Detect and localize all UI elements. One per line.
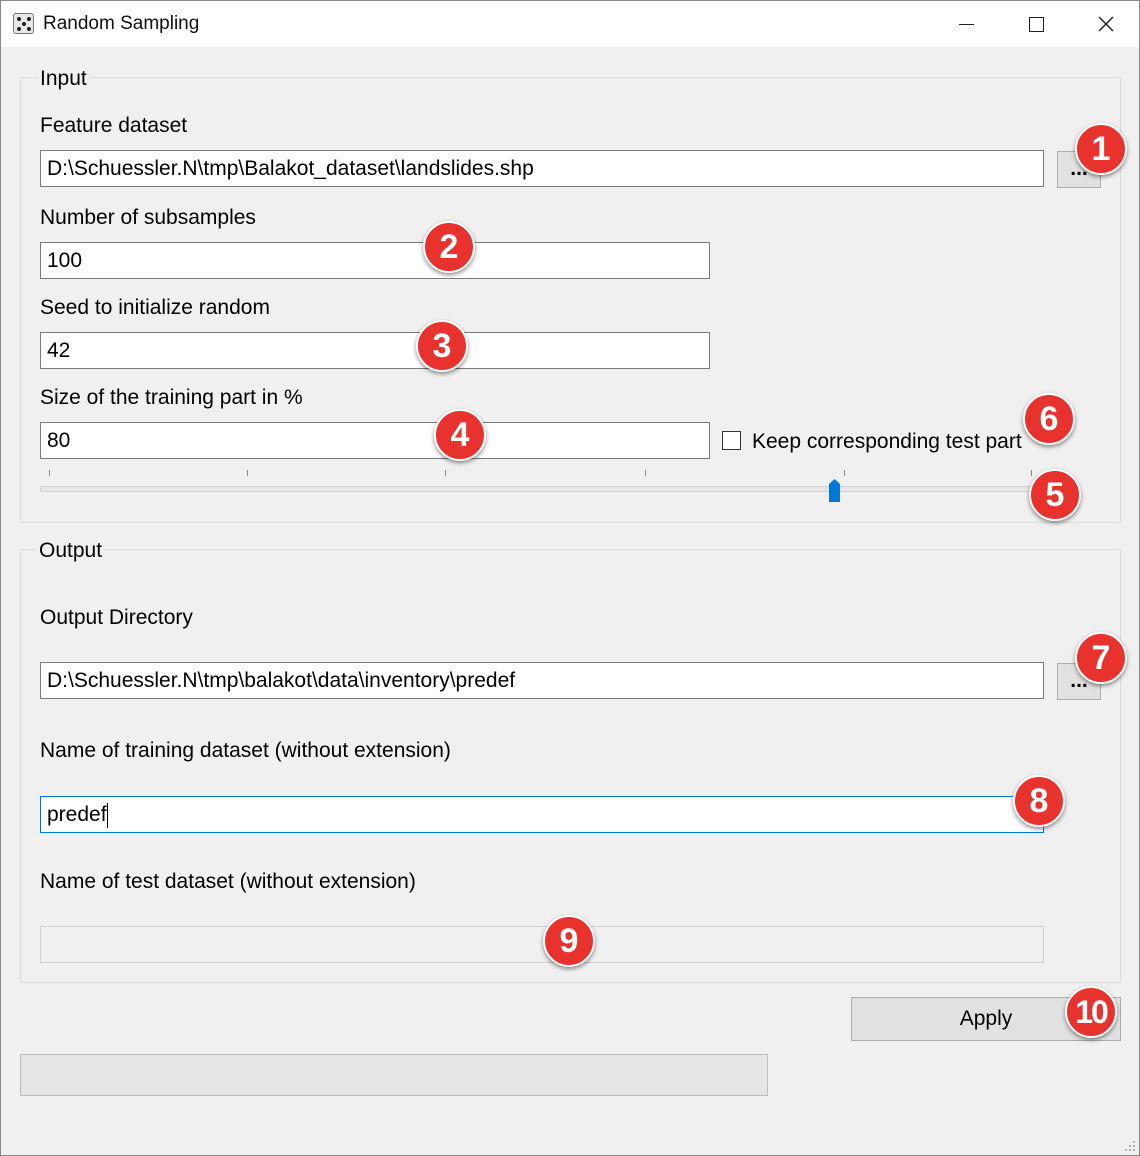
slider-tick — [1031, 470, 1032, 476]
window-title: Random Sampling — [43, 13, 200, 34]
slider-tick — [49, 470, 50, 476]
training-size-input[interactable]: 80 — [40, 422, 710, 459]
seed-label: Seed to initialize random — [40, 296, 270, 319]
test-name-label: Name of test dataset (without extension) — [40, 870, 416, 893]
output-group-title: Output — [37, 539, 105, 563]
annotation-badge: 4 — [434, 409, 486, 461]
input-group-title: Input — [38, 67, 89, 91]
annotation-badge: 8 — [1013, 775, 1065, 827]
test-name-input[interactable] — [40, 926, 1044, 963]
training-size-slider[interactable] — [40, 486, 1037, 492]
annotation-badge: 9 — [543, 915, 595, 967]
training-name-value: predef — [47, 803, 107, 826]
training-size-label: Size of the training part in % — [40, 386, 303, 409]
output-directory-label: Output Directory — [40, 606, 193, 629]
slider-thumb[interactable] — [828, 478, 841, 503]
training-name-label: Name of training dataset (without extens… — [40, 739, 451, 762]
subsamples-label: Number of subsamples — [40, 206, 256, 229]
annotation-badge: 3 — [416, 320, 468, 372]
annotation-badge: 2 — [423, 221, 475, 273]
annotation-badge: 10 — [1065, 986, 1117, 1038]
maximize-button[interactable] — [1001, 1, 1071, 47]
close-icon — [1098, 16, 1114, 32]
dice-icon — [13, 13, 34, 34]
title-bar[interactable]: Random Sampling — [1, 1, 1139, 47]
random-sampling-window: Random Sampling Input Feature dataset D:… — [0, 0, 1140, 1156]
resize-grip-icon[interactable] — [1122, 1138, 1136, 1152]
annotation-badge: 5 — [1029, 469, 1081, 521]
training-name-input[interactable]: predef — [40, 796, 1044, 833]
feature-dataset-label: Feature dataset — [40, 114, 188, 137]
close-button[interactable] — [1071, 1, 1140, 47]
slider-tick — [844, 470, 845, 476]
slider-tick — [445, 470, 446, 476]
minimize-icon — [958, 23, 974, 25]
slider-tick — [645, 470, 646, 476]
annotation-badge: 1 — [1075, 123, 1127, 175]
seed-input[interactable]: 42 — [40, 332, 710, 369]
progress-bar — [20, 1054, 768, 1096]
output-directory-input[interactable]: D:\Schuessler.N\tmp\balakot\data\invento… — [40, 662, 1044, 699]
minimize-button[interactable] — [931, 1, 1001, 47]
annotation-badge: 7 — [1075, 632, 1127, 684]
slider-tick — [247, 470, 248, 476]
keep-test-part-label: Keep corresponding test part — [752, 430, 1022, 453]
text-caret — [106, 802, 108, 828]
feature-dataset-input[interactable]: D:\Schuessler.N\tmp\Balakot_dataset\land… — [40, 150, 1044, 187]
annotation-badge: 6 — [1023, 393, 1075, 445]
subsamples-input[interactable]: 100 — [40, 242, 710, 279]
keep-test-part-checkbox[interactable] — [722, 431, 741, 450]
maximize-icon — [1028, 16, 1044, 32]
